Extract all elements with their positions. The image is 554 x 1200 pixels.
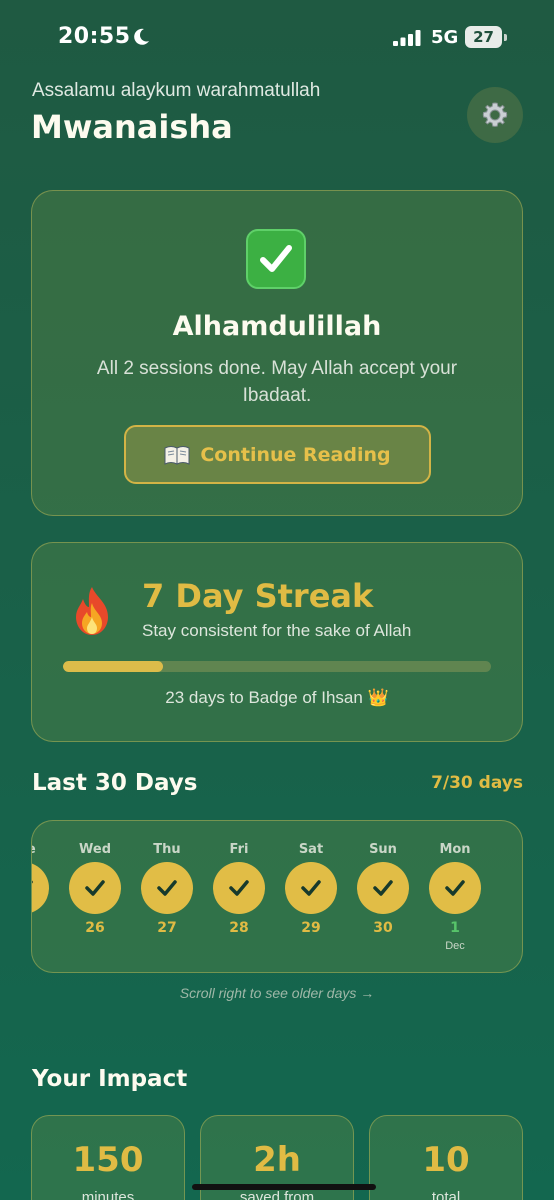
day-number: 1 xyxy=(450,920,460,936)
impact-title: Your Impact xyxy=(32,1066,188,1092)
day-name: Mon xyxy=(439,842,471,857)
day-check-icon xyxy=(429,862,481,914)
impact-value: 10 xyxy=(422,1140,470,1180)
greeting-text: Assalamu alaykum warahmatullah xyxy=(32,80,321,101)
gear-icon xyxy=(482,102,508,127)
day-number: 25 xyxy=(32,920,53,936)
day-number: 29 xyxy=(301,920,321,936)
streak-title: 7 Day Streak xyxy=(142,577,374,615)
signal-icon xyxy=(393,30,421,46)
status-bar: 20:55 5G 27 xyxy=(0,0,554,76)
completion-title: Alhamdulillah xyxy=(172,311,382,342)
impact-value: 2h xyxy=(253,1140,301,1180)
day-name: Sun xyxy=(369,842,397,857)
moon-icon xyxy=(134,28,149,45)
days-count: 7/30 days xyxy=(431,773,523,793)
battery-level: 27 xyxy=(473,28,494,46)
check-mark-icon xyxy=(246,229,306,289)
scroll-hint: Scroll right to see older days → xyxy=(179,985,375,1001)
impact-value: 150 xyxy=(72,1140,144,1180)
day-item[interactable]: Fri 28 xyxy=(209,821,269,972)
network-label: 5G xyxy=(431,27,459,48)
day-name: Thu xyxy=(153,842,181,857)
day-month: Dec xyxy=(445,940,465,952)
continue-reading-button[interactable]: Continue Reading xyxy=(124,425,431,484)
day-item[interactable]: Mon 1 Dec xyxy=(425,821,485,972)
day-check-icon xyxy=(357,862,409,914)
day-number: 30 xyxy=(373,920,393,936)
day-check-icon xyxy=(141,862,193,914)
home-indicator[interactable] xyxy=(192,1184,376,1190)
impact-label: minutes xyxy=(81,1189,135,1200)
streak-subtitle: Stay consistent for the sake of Allah xyxy=(142,621,412,640)
impact-label: saved from xyxy=(239,1189,315,1200)
day-check-icon xyxy=(285,862,337,914)
fire-icon xyxy=(76,587,108,635)
day-item[interactable]: Sat 29 xyxy=(281,821,341,972)
day-check-icon xyxy=(32,862,49,914)
battery-icon: 27 xyxy=(465,26,507,48)
impact-label: total xyxy=(431,1189,461,1200)
book-icon xyxy=(164,445,190,465)
day-item[interactable]: Sun 30 xyxy=(353,821,413,972)
completion-message: All 2 sessions done. May Allah accept yo… xyxy=(96,358,458,406)
day-number: 27 xyxy=(157,920,177,936)
day-item[interactable]: Tue 25 xyxy=(32,821,53,972)
user-name: Mwanaisha xyxy=(31,108,233,146)
badge-progress-text: 23 days to Badge of Ihsan 👑 xyxy=(165,688,389,707)
status-time: 20:55 xyxy=(58,24,131,49)
days-scroller[interactable]: Tue 25 Wed 26 Thu 27 Fri 28 Sat 29 Sun 30 Mon 1 Dec xyxy=(31,820,523,973)
day-name: Fri xyxy=(229,842,249,857)
impact-card-total: 10 total xyxy=(369,1115,523,1200)
day-item[interactable]: Wed 26 xyxy=(65,821,125,972)
impact-card-minutes: 150 minutes xyxy=(31,1115,185,1200)
streak-progress-fill xyxy=(63,661,163,672)
day-number: 28 xyxy=(229,920,249,936)
day-check-icon xyxy=(213,862,265,914)
streak-card xyxy=(31,542,523,742)
streak-progress-bar xyxy=(63,661,491,672)
day-name: Sat xyxy=(298,842,324,857)
day-name: Wed xyxy=(79,842,111,857)
continue-reading-label: Continue Reading xyxy=(200,443,391,466)
day-name: Tue xyxy=(32,842,53,857)
day-item[interactable]: Thu 27 xyxy=(137,821,197,972)
last30-title: Last 30 Days xyxy=(32,770,198,796)
day-number: 26 xyxy=(85,920,105,936)
settings-button[interactable] xyxy=(467,87,523,143)
day-check-icon xyxy=(69,862,121,914)
